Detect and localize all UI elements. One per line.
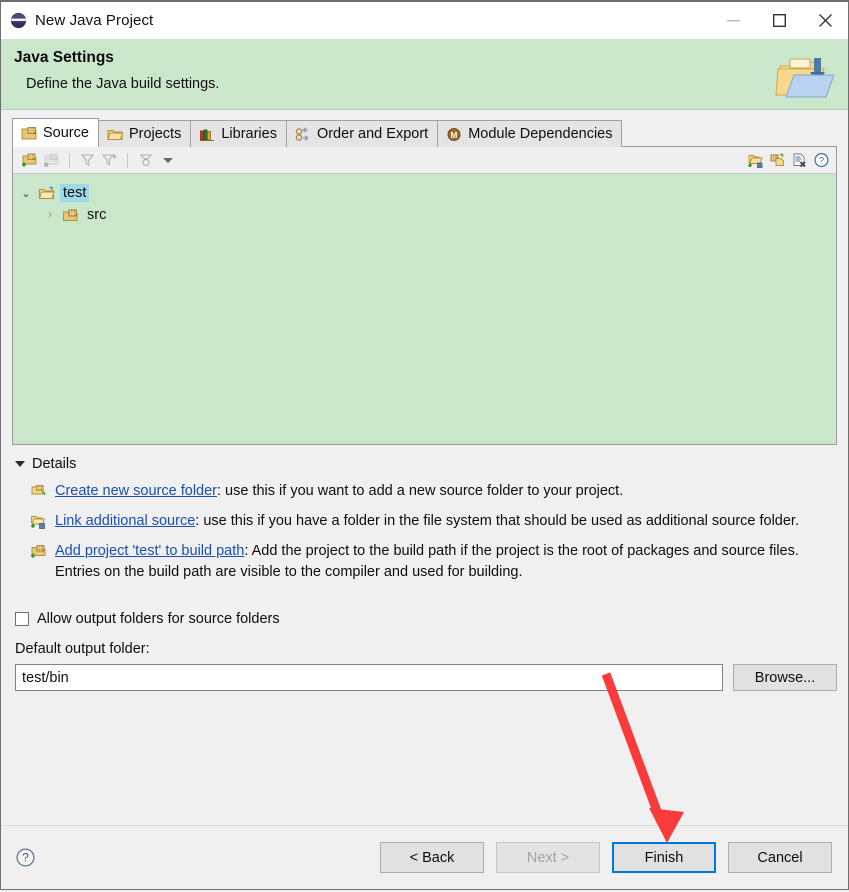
finish-button[interactable]: Finish: [612, 842, 716, 873]
panel-toolbar-left: [21, 152, 173, 168]
help-icon[interactable]: ?: [813, 152, 830, 168]
output-folder-form: Allow output folders for source folders …: [15, 611, 837, 692]
source-tree[interactable]: ⌄ test › src: [13, 174, 836, 444]
default-output-folder-label: Default output folder:: [15, 641, 150, 658]
tree-item-test[interactable]: ⌄ test: [19, 182, 836, 204]
project-folder-icon: [38, 186, 55, 201]
help-icon[interactable]: ?: [15, 847, 36, 868]
dialog-body: Source Projects Libraries Order and Expo…: [1, 110, 848, 825]
add-project-build-path-icon: [30, 544, 47, 559]
detail-desc-1: : use this if you have a folder in the f…: [195, 513, 799, 530]
toolbar-dropdown-caret[interactable]: [163, 157, 173, 163]
link-create-new-source-folder[interactable]: Create new source folder: [55, 483, 217, 499]
panel-toolbar: ?: [13, 147, 836, 174]
maximize-button[interactable]: [756, 2, 802, 39]
java-settings-folder-icon: [774, 53, 836, 103]
page-banner: Java Settings Define the Java build sett…: [1, 39, 848, 110]
close-button[interactable]: [802, 2, 848, 39]
chevron-down-icon[interactable]: [15, 461, 25, 467]
tree-item-test-label: test: [60, 184, 90, 202]
minimize-button[interactable]: [710, 2, 756, 39]
title-bar: New Java Project: [1, 2, 848, 39]
module-dependencies-icon: M: [446, 127, 462, 142]
toolbar-separator: [69, 152, 70, 168]
svg-text:?: ?: [819, 156, 824, 167]
default-output-folder-row: test/bin Browse...: [15, 664, 837, 692]
tab-module-dependencies[interactable]: M Module Dependencies: [437, 120, 623, 147]
details-label: Details: [32, 456, 77, 472]
tree-item-src[interactable]: › src: [19, 204, 836, 226]
remove-entry-icon: [791, 152, 808, 168]
window-controls: [710, 2, 848, 39]
detail-text-add-project-to-build-path: Add project 'test' to build path: Add th…: [55, 541, 837, 583]
tab-source[interactable]: Source: [12, 118, 99, 147]
allow-output-folders-label: Allow output folders for source folders: [37, 611, 280, 628]
sort-icon: [137, 152, 154, 168]
add-source-folder-icon[interactable]: [21, 152, 38, 168]
tab-source-label: Source: [43, 125, 89, 141]
source-folders-panel: ? ⌄ test › src: [12, 146, 837, 445]
back-button[interactable]: < Back: [380, 842, 484, 873]
detail-item-add-project-to-build-path: Add project 'test' to build path: Add th…: [30, 541, 837, 583]
tab-module-dependencies-label: Module Dependencies: [468, 126, 613, 142]
source-package-icon: [62, 208, 79, 223]
eclipse-icon: [10, 12, 27, 29]
detail-desc-0: : use this if you want to add a new sour…: [217, 483, 624, 499]
tab-order-and-export-label: Order and Export: [316, 126, 429, 142]
detail-text-link-additional-source: Link additional source: use this if you …: [55, 511, 837, 532]
libraries-books-icon: [199, 127, 215, 142]
create-new-source-folder-icon[interactable]: [747, 152, 764, 168]
svg-text:?: ?: [22, 851, 29, 865]
allow-output-folders-row[interactable]: Allow output folders for source folders: [15, 611, 837, 627]
dialog-footer: ? < Back Next > Finish Cancel: [1, 825, 848, 889]
detail-text-create-source-folder: Create new source folder: use this if yo…: [55, 481, 837, 502]
tab-order-and-export[interactable]: Order and Export: [285, 120, 439, 147]
panel-toolbar-right: ?: [747, 152, 830, 168]
link-additional-source-icon: [30, 514, 47, 529]
link-link-additional-source[interactable]: Link additional source: [55, 513, 195, 529]
add-filter-icon: [101, 152, 118, 168]
next-button: Next >: [496, 842, 600, 873]
title-bar-left: New Java Project: [1, 12, 153, 29]
order-export-icon: [295, 127, 311, 142]
details-section-header[interactable]: Details: [15, 456, 837, 472]
tab-projects-label: Projects: [128, 126, 182, 142]
allow-output-folders-checkbox[interactable]: [15, 612, 29, 627]
tab-bar: Source Projects Libraries Order and Expo…: [12, 118, 837, 147]
svg-text:M: M: [451, 131, 458, 140]
page-title: Java Settings: [14, 49, 114, 66]
detail-item-create-source-folder: Create new source folder: use this if yo…: [30, 481, 837, 502]
cancel-button[interactable]: Cancel: [728, 842, 832, 873]
source-folder-icon: [21, 126, 37, 141]
detail-item-link-additional-source: Link additional source: use this if you …: [30, 511, 837, 532]
remove-source-folder-icon: [43, 152, 60, 168]
toolbar-separator-2: [127, 152, 128, 168]
page-subtitle: Define the Java build settings.: [26, 76, 220, 92]
default-output-folder-input[interactable]: test/bin: [15, 664, 723, 692]
tab-libraries-label: Libraries: [221, 126, 277, 142]
tab-projects[interactable]: Projects: [97, 120, 192, 147]
new-java-project-dialog: New Java Project Java Settings Define th…: [0, 0, 849, 890]
window-title: New Java Project: [35, 12, 154, 29]
tree-item-src-label: src: [87, 207, 107, 223]
browse-button[interactable]: Browse...: [733, 664, 837, 692]
chevron-right-icon[interactable]: ›: [43, 209, 57, 221]
create-new-source-folder-icon: [30, 484, 47, 499]
projects-folder-icon: [107, 127, 124, 142]
link-add-project-to-build-path[interactable]: Add project 'test' to build path: [55, 543, 244, 559]
tab-libraries[interactable]: Libraries: [190, 120, 287, 147]
footer-buttons: < Back Next > Finish Cancel: [380, 842, 832, 873]
link-additional-source-icon[interactable]: [769, 152, 786, 168]
filter-icon: [79, 152, 96, 168]
chevron-down-icon[interactable]: ⌄: [19, 187, 33, 200]
